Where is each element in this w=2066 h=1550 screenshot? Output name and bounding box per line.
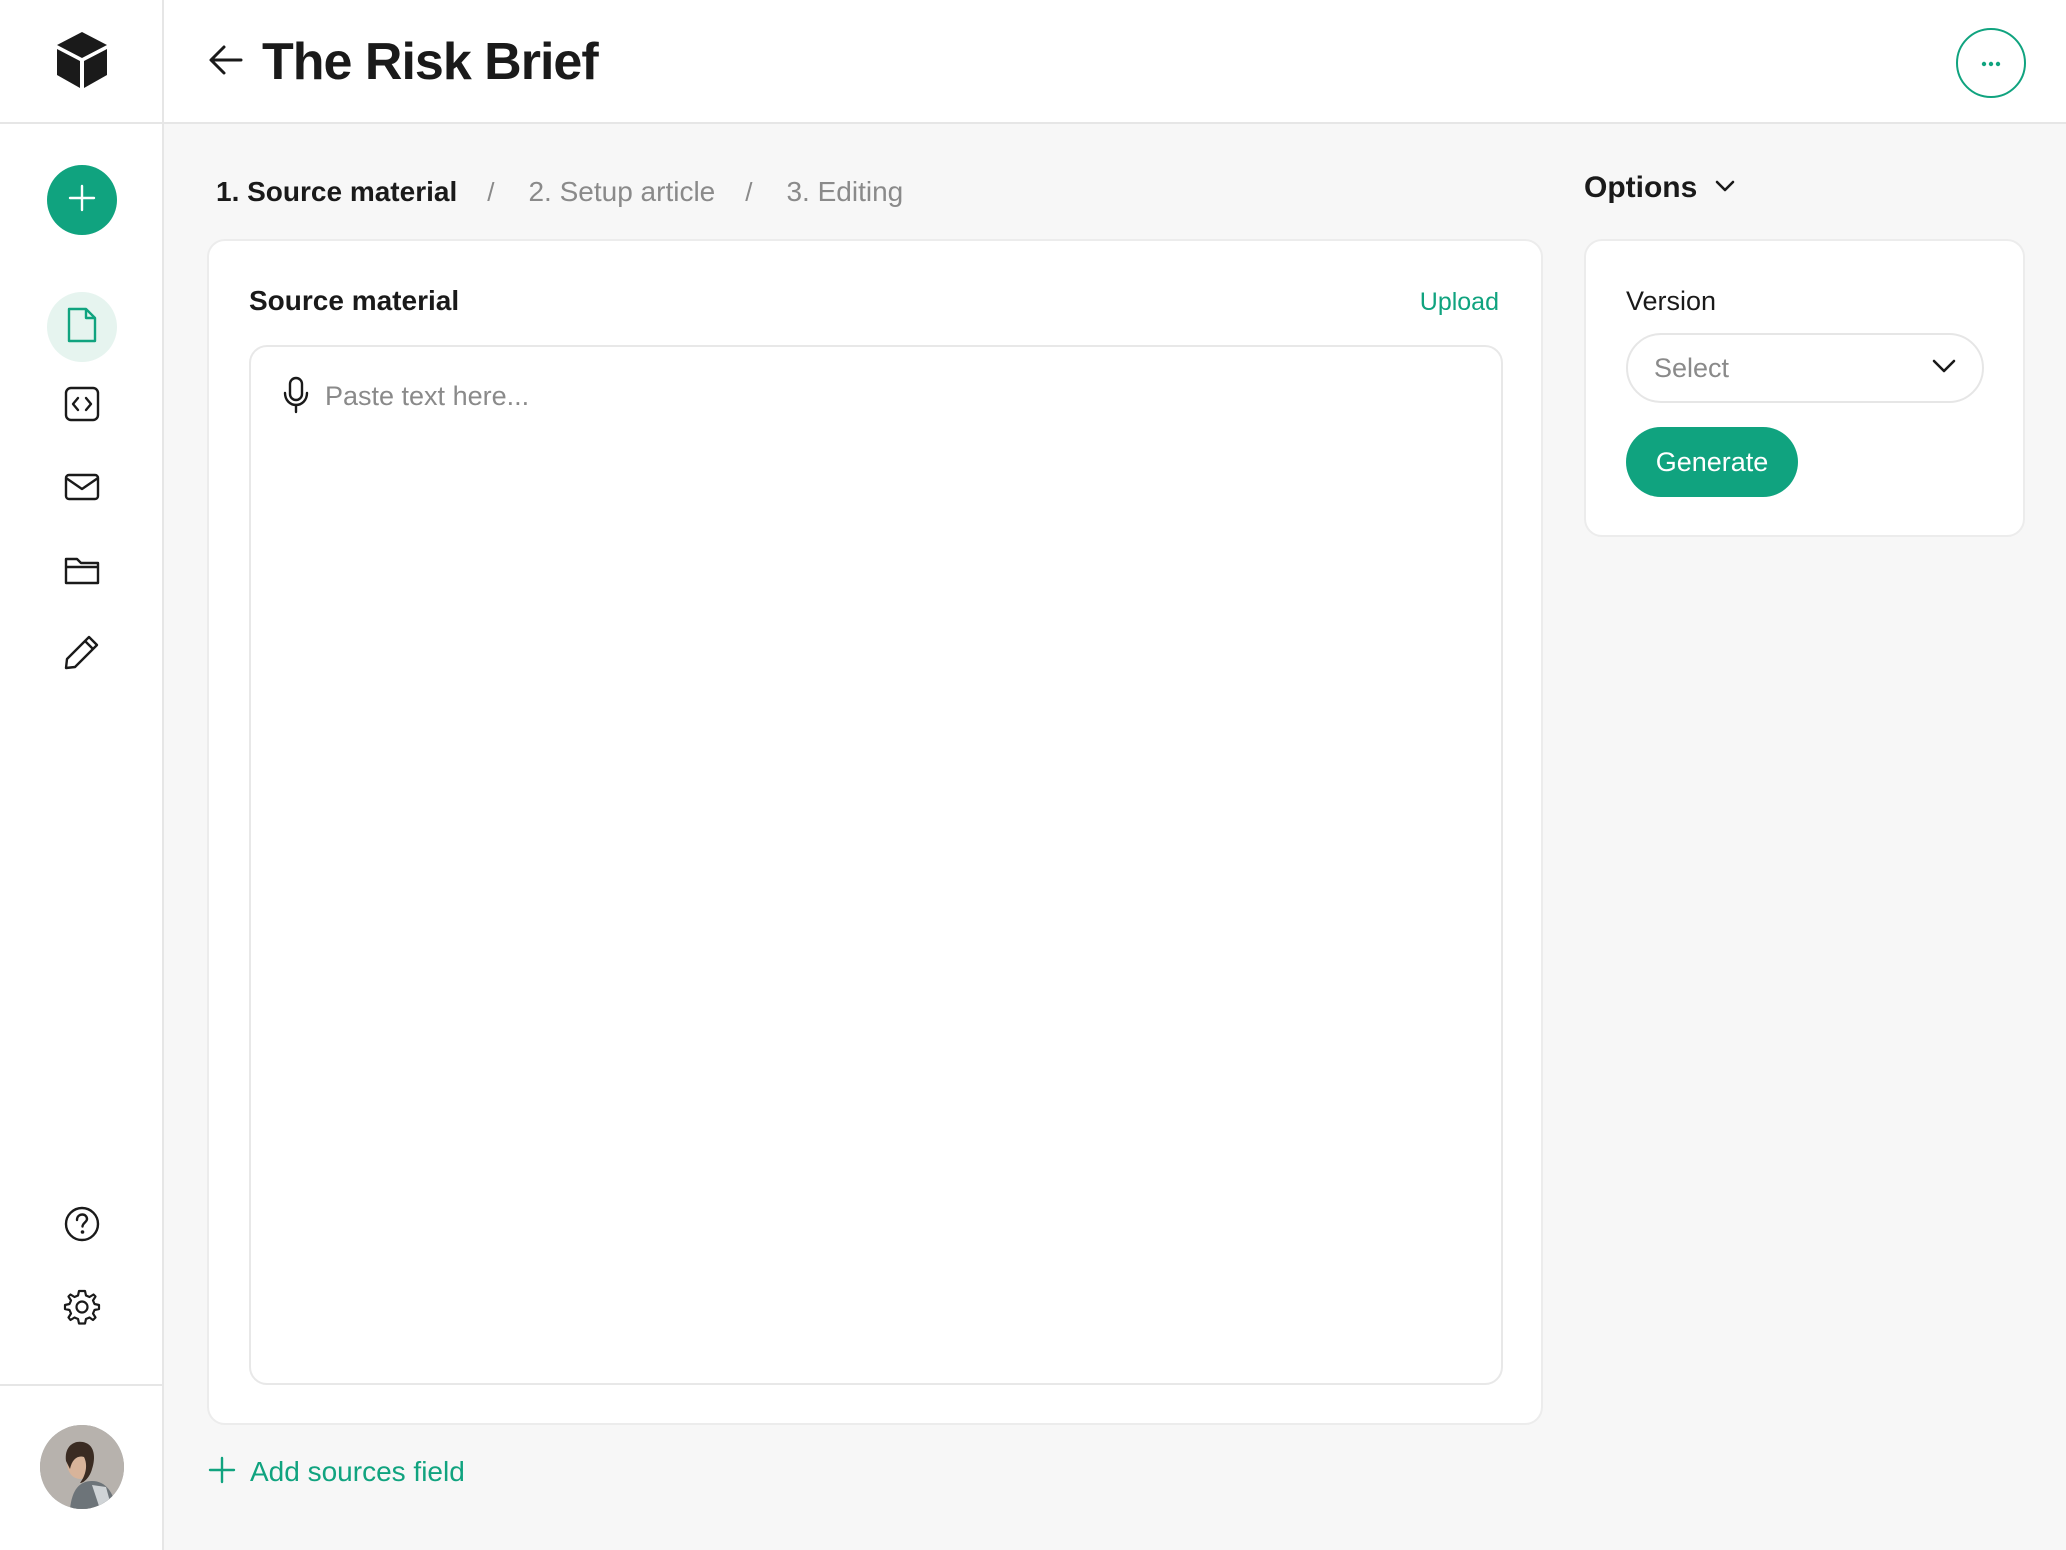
plus-icon — [208, 1456, 236, 1489]
new-item-button[interactable] — [47, 165, 117, 235]
mail-icon — [63, 472, 101, 507]
page-title: The Risk Brief — [262, 33, 599, 91]
pencil-icon — [63, 633, 101, 676]
chevron-down-icon — [1715, 179, 1735, 197]
ellipsis-icon — [1981, 54, 2001, 72]
options-label: Options — [1584, 171, 1698, 204]
sidebar-item-settings[interactable] — [47, 1274, 117, 1344]
sidebar-item-mail[interactable] — [47, 454, 117, 524]
sidebar — [0, 0, 164, 1550]
sidebar-divider — [0, 1384, 164, 1386]
sidebar-item-documents[interactable] — [47, 292, 117, 362]
sidebar-item-code[interactable] — [47, 371, 117, 441]
code-icon — [63, 385, 101, 428]
chevron-down-icon — [1932, 359, 1956, 378]
more-options-button[interactable] — [1956, 28, 2026, 98]
sidebar-item-edit[interactable] — [47, 619, 117, 689]
help-icon — [63, 1205, 101, 1248]
plus-icon — [67, 183, 97, 218]
arrow-left-icon — [208, 44, 244, 81]
sidebar-item-help[interactable] — [47, 1191, 117, 1261]
microphone-icon[interactable] — [281, 375, 311, 415]
gear-icon — [63, 1288, 101, 1331]
header: The Risk Brief — [164, 0, 2066, 124]
upload-link[interactable]: Upload — [1420, 285, 1499, 319]
version-label: Version — [1626, 286, 1717, 316]
step-separator: / — [487, 177, 495, 207]
cube-logo-icon[interactable] — [51, 28, 113, 95]
source-text-area[interactable] — [249, 345, 1503, 1385]
folder-icon — [63, 554, 101, 591]
add-sources-field-button[interactable]: Add sources field — [208, 1452, 465, 1492]
step-editing[interactable]: 3. Editing — [786, 172, 903, 212]
generate-button[interactable]: Generate — [1626, 427, 1798, 497]
step-source-material[interactable]: 1. Source material — [216, 172, 457, 212]
logo-area — [0, 0, 164, 124]
source-material-card: Source material Upload — [207, 239, 1543, 1425]
paste-text-input[interactable] — [325, 377, 1465, 415]
step-breadcrumb: 1. Source material / 2. Setup article / … — [216, 172, 903, 212]
version-select[interactable]: Select — [1626, 333, 1984, 403]
sidebar-item-folders[interactable] — [47, 537, 117, 607]
document-icon — [65, 306, 99, 349]
version-select-value: Select — [1654, 352, 1730, 383]
user-avatar[interactable] — [40, 1425, 124, 1509]
options-toggle[interactable]: Options — [1584, 168, 1735, 208]
source-material-title: Source material — [249, 285, 460, 316]
add-sources-label: Add sources field — [250, 1456, 465, 1487]
back-button[interactable] — [204, 40, 248, 84]
options-card: Version Select Generate — [1584, 239, 2025, 537]
step-separator: / — [745, 177, 753, 207]
step-setup-article[interactable]: 2. Setup article — [528, 172, 715, 212]
